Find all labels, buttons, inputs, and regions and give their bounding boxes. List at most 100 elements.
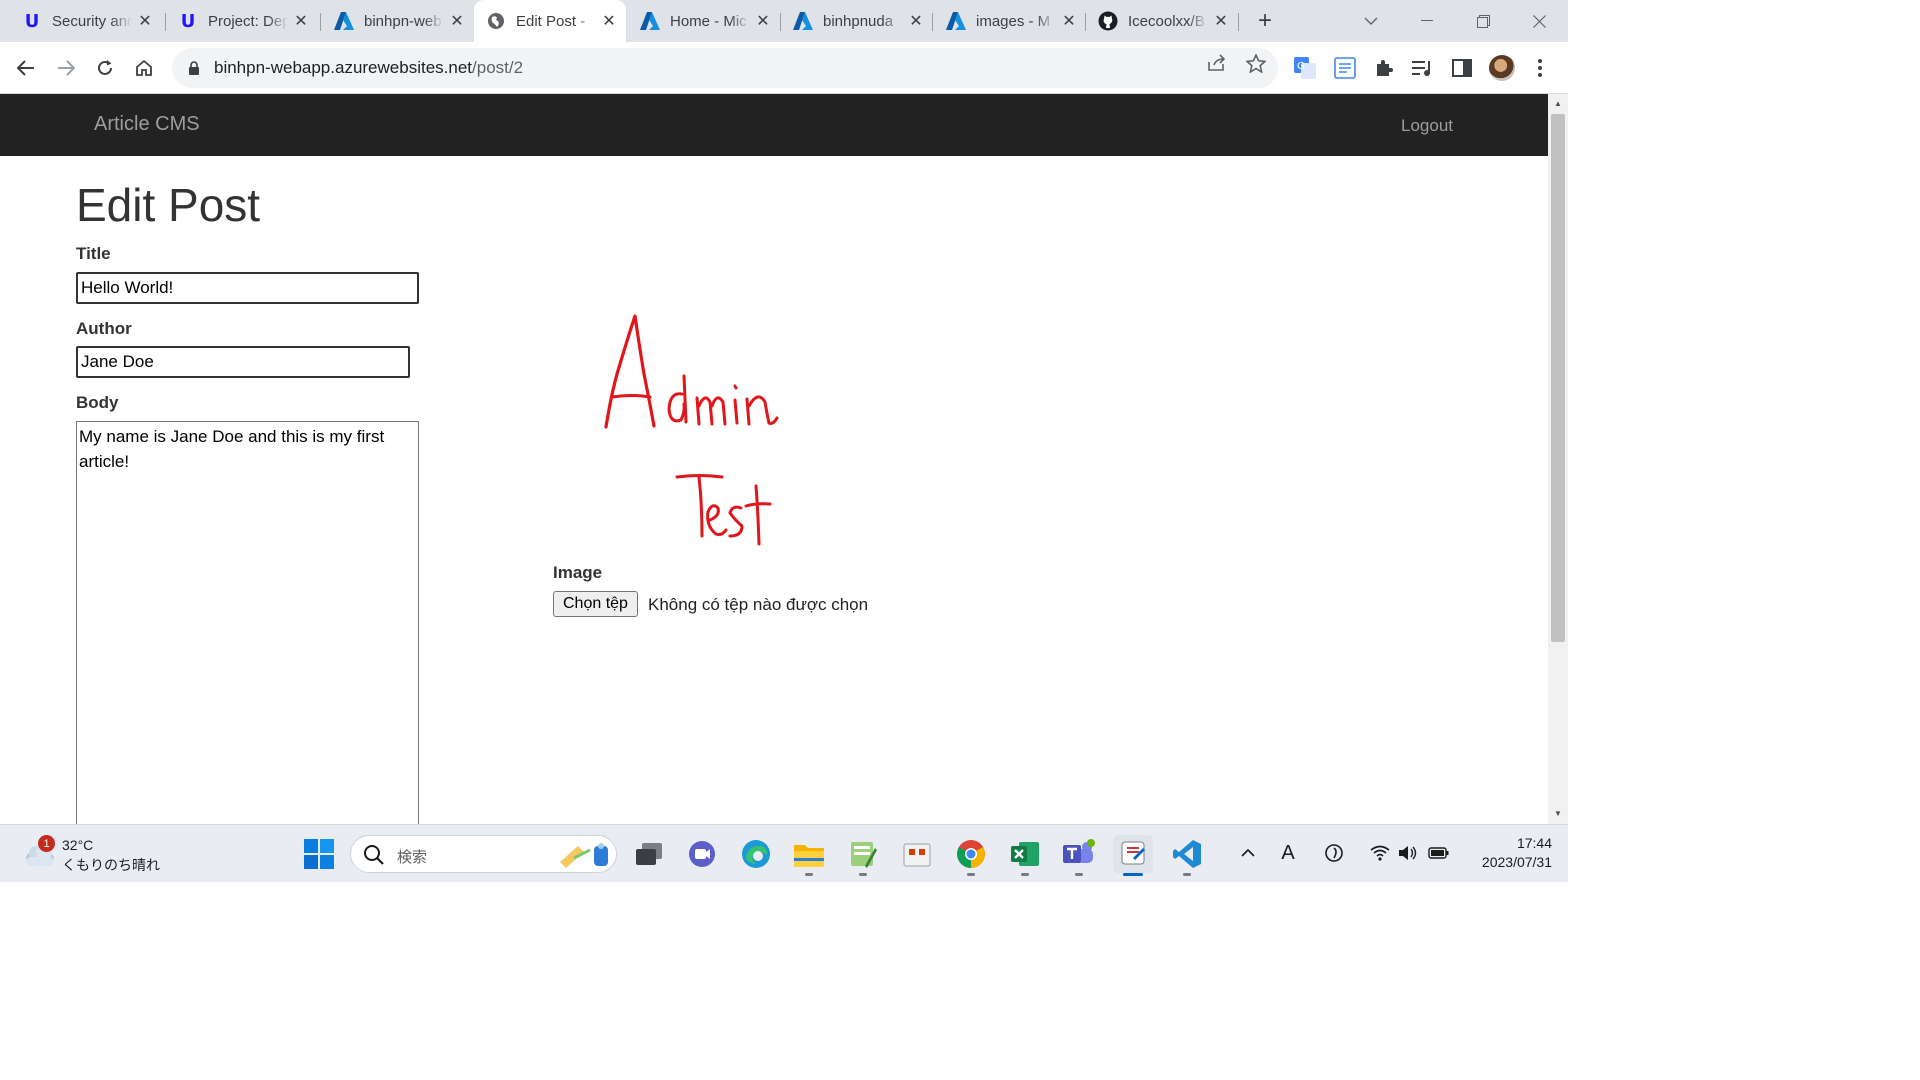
weather-temperature: 32°C — [62, 837, 94, 853]
tab-binhpn-webapp[interactable]: binhpn-web ✕ — [322, 6, 474, 36]
running-indicator — [1123, 873, 1143, 876]
more-menu-icon[interactable] — [1528, 56, 1552, 80]
bookmark-star-icon[interactable] — [1245, 52, 1267, 74]
close-icon[interactable]: ✕ — [448, 12, 466, 30]
close-icon[interactable]: ✕ — [136, 12, 154, 30]
side-panel-icon[interactable] — [1450, 56, 1474, 80]
scroll-thumb[interactable] — [1551, 114, 1565, 642]
taskbar-clock[interactable]: 17:44 2023/07/31 — [1460, 834, 1552, 872]
restore-icon[interactable] — [1468, 8, 1498, 34]
github-icon — [1098, 11, 1118, 31]
running-indicator — [805, 873, 813, 876]
chevron-up-icon[interactable] — [1237, 842, 1259, 864]
title-label: Title — [76, 244, 111, 263]
body-label: Body — [76, 393, 119, 412]
title-input[interactable] — [76, 272, 419, 304]
browser-toolbar: binhpn-webapp.azurewebsites.net/post/2 G — [0, 42, 1568, 94]
taskbar-search-box[interactable]: 検索 — [350, 835, 617, 873]
address-bar[interactable]: binhpn-webapp.azurewebsites.net/post/2 — [172, 48, 1278, 88]
choose-file-button[interactable]: Chọn tệp — [553, 591, 638, 617]
top-navbar: Article CMS Logout — [0, 94, 1548, 156]
snipping-tool-icon[interactable] — [897, 835, 937, 873]
notepad-app-icon[interactable] — [843, 835, 883, 876]
tab-binhpnuda[interactable]: binhpnuda ✕ — [781, 6, 933, 36]
scroll-up-arrow-icon[interactable]: ▲ — [1548, 96, 1568, 110]
search-highlight-icon — [560, 843, 608, 868]
page-scrollbar[interactable]: ▲ ▼ — [1548, 94, 1568, 824]
tab-security[interactable]: U Security and ✕ — [10, 6, 162, 36]
windows-start-icon[interactable] — [304, 839, 334, 869]
weather-widget[interactable]: 1 32°C くもりのち晴れ — [22, 835, 162, 875]
profile-avatar[interactable] — [1489, 55, 1515, 81]
tab-edit-post[interactable]: Edit Post - ✕ — [474, 0, 626, 42]
close-icon[interactable]: ✕ — [754, 12, 772, 30]
url-text[interactable]: binhpn-webapp.azurewebsites.net/post/2 — [214, 58, 523, 78]
reload-icon[interactable] — [91, 54, 119, 82]
search-icon — [364, 845, 384, 865]
tab-images[interactable]: images - M ✕ — [934, 6, 1086, 36]
azure-icon — [946, 11, 966, 31]
azure-icon — [793, 11, 813, 31]
image-label: Image — [553, 563, 603, 582]
notification-badge: 1 — [38, 835, 55, 852]
weather-description: くもりのち晴れ — [62, 857, 160, 873]
vscode-app-icon[interactable] — [1167, 835, 1207, 876]
edge-browser-icon[interactable] — [736, 835, 776, 873]
tab-home-microsoft[interactable]: Home - Mic ✕ — [628, 6, 780, 36]
google-translate-icon[interactable]: G — [1293, 56, 1317, 80]
tab-title: images - M — [976, 12, 1051, 30]
teams-chat-icon[interactable] — [682, 835, 722, 873]
page-title: Edit Post — [76, 179, 261, 231]
lock-icon[interactable] — [188, 61, 200, 75]
file-status-text: Không có tệp nào được chọn — [648, 595, 869, 614]
author-label: Author — [76, 319, 132, 338]
extensions-puzzle-icon[interactable] — [1372, 56, 1396, 80]
forward-icon[interactable] — [52, 54, 80, 82]
tab-search-icon[interactable] — [1356, 8, 1386, 34]
teams-app-icon[interactable] — [1059, 835, 1099, 876]
tab-title: Edit Post - — [516, 12, 586, 30]
clock-date: 2023/07/31 — [1481, 854, 1552, 870]
logout-link[interactable]: Logout — [1401, 116, 1453, 136]
running-indicator — [967, 873, 975, 876]
home-icon[interactable] — [130, 54, 158, 82]
udacity-icon: U — [24, 10, 40, 32]
task-view-icon[interactable] — [629, 835, 669, 873]
new-tab-button[interactable]: + — [1252, 7, 1278, 34]
udacity-icon: U — [180, 10, 196, 32]
translate-extension-icon[interactable] — [1333, 56, 1357, 80]
close-icon[interactable]: ✕ — [292, 12, 310, 30]
volume-icon[interactable] — [1397, 842, 1419, 864]
close-icon[interactable]: ✕ — [600, 12, 618, 30]
tab-title: Security and — [52, 12, 132, 30]
chrome-browser-icon[interactable] — [951, 835, 991, 876]
handwritten-image-strokes — [604, 314, 779, 546]
body-textarea[interactable] — [76, 421, 419, 824]
tab-title: binhpnuda — [823, 12, 894, 30]
close-window-icon[interactable] — [1524, 8, 1554, 34]
ime-mode-indicator[interactable]: A — [1277, 842, 1299, 864]
running-indicator — [1183, 873, 1191, 876]
brand-link[interactable]: Article CMS — [94, 113, 200, 136]
tab-github[interactable]: Icecoolxx/B ✕ — [1086, 6, 1238, 36]
share-icon[interactable] — [1206, 52, 1228, 74]
media-playlist-icon[interactable] — [1410, 56, 1434, 80]
ime-toggle-icon[interactable] — [1323, 842, 1345, 864]
wifi-icon[interactable] — [1369, 842, 1391, 864]
close-icon[interactable]: ✕ — [1212, 12, 1230, 30]
post-image: Admin Test — [604, 314, 779, 546]
running-indicator — [859, 873, 867, 876]
tab-title: Home - Mic — [670, 12, 747, 30]
excel-app-icon[interactable] — [1005, 835, 1045, 876]
file-explorer-icon[interactable] — [789, 835, 829, 876]
close-icon[interactable]: ✕ — [1060, 12, 1078, 30]
battery-icon[interactable] — [1428, 842, 1450, 864]
tab-project[interactable]: U Project: Dep ✕ — [166, 6, 318, 36]
minimize-icon[interactable] — [1412, 8, 1442, 34]
scroll-down-arrow-icon[interactable]: ▼ — [1548, 806, 1568, 820]
back-icon[interactable] — [12, 54, 40, 82]
close-icon[interactable]: ✕ — [907, 12, 925, 30]
windows-taskbar: 1 32°C くもりのち晴れ 検索 A 17:44 2023/07/31 — [0, 824, 1568, 882]
screen-sketch-app-icon[interactable] — [1113, 835, 1153, 876]
author-input[interactable] — [76, 346, 410, 378]
